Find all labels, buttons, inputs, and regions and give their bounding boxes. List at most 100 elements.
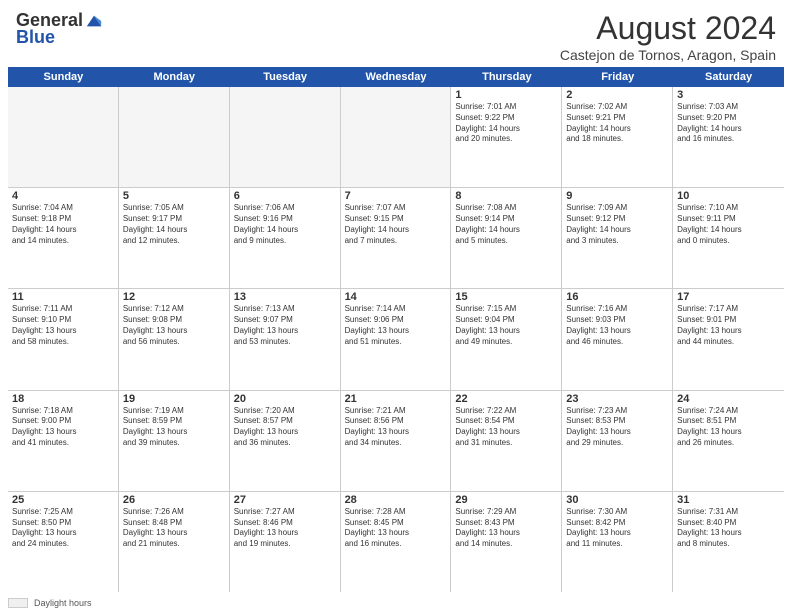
calendar-row: 1Sunrise: 7:01 AM Sunset: 9:22 PM Daylig… <box>8 87 784 188</box>
calendar-cell: 14Sunrise: 7:14 AM Sunset: 9:06 PM Dayli… <box>341 289 452 389</box>
day-info: Sunrise: 7:22 AM Sunset: 8:54 PM Dayligh… <box>455 406 557 449</box>
calendar-header: SundayMondayTuesdayWednesdayThursdayFrid… <box>8 67 784 87</box>
calendar-header-cell: Monday <box>119 67 230 87</box>
day-number: 14 <box>345 291 447 303</box>
day-info: Sunrise: 7:02 AM Sunset: 9:21 PM Dayligh… <box>566 102 668 145</box>
day-number: 21 <box>345 393 447 405</box>
calendar-cell: 5Sunrise: 7:05 AM Sunset: 9:17 PM Daylig… <box>119 188 230 288</box>
day-number: 27 <box>234 494 336 506</box>
day-number: 31 <box>677 494 780 506</box>
logo: General Blue <box>16 10 103 48</box>
calendar-cell: 23Sunrise: 7:23 AM Sunset: 8:53 PM Dayli… <box>562 391 673 491</box>
day-info: Sunrise: 7:18 AM Sunset: 9:00 PM Dayligh… <box>12 406 114 449</box>
calendar-cell: 31Sunrise: 7:31 AM Sunset: 8:40 PM Dayli… <box>673 492 784 592</box>
day-number: 19 <box>123 393 225 405</box>
calendar-cell: 16Sunrise: 7:16 AM Sunset: 9:03 PM Dayli… <box>562 289 673 389</box>
day-number: 18 <box>12 393 114 405</box>
day-info: Sunrise: 7:25 AM Sunset: 8:50 PM Dayligh… <box>12 507 114 550</box>
day-info: Sunrise: 7:20 AM Sunset: 8:57 PM Dayligh… <box>234 406 336 449</box>
day-info: Sunrise: 7:19 AM Sunset: 8:59 PM Dayligh… <box>123 406 225 449</box>
calendar-cell: 29Sunrise: 7:29 AM Sunset: 8:43 PM Dayli… <box>451 492 562 592</box>
day-number: 1 <box>455 89 557 101</box>
day-number: 13 <box>234 291 336 303</box>
footer: Daylight hours <box>0 596 792 612</box>
day-info: Sunrise: 7:17 AM Sunset: 9:01 PM Dayligh… <box>677 304 780 347</box>
day-info: Sunrise: 7:24 AM Sunset: 8:51 PM Dayligh… <box>677 406 780 449</box>
calendar-cell: 15Sunrise: 7:15 AM Sunset: 9:04 PM Dayli… <box>451 289 562 389</box>
month-title: August 2024 <box>560 10 776 47</box>
calendar-cell: 18Sunrise: 7:18 AM Sunset: 9:00 PM Dayli… <box>8 391 119 491</box>
day-info: Sunrise: 7:26 AM Sunset: 8:48 PM Dayligh… <box>123 507 225 550</box>
location-subtitle: Castejon de Tornos, Aragon, Spain <box>560 47 776 63</box>
calendar-header-cell: Friday <box>562 67 673 87</box>
calendar-cell: 26Sunrise: 7:26 AM Sunset: 8:48 PM Dayli… <box>119 492 230 592</box>
calendar-cell: 9Sunrise: 7:09 AM Sunset: 9:12 PM Daylig… <box>562 188 673 288</box>
day-number: 25 <box>12 494 114 506</box>
title-block: August 2024 Castejon de Tornos, Aragon, … <box>560 10 776 63</box>
calendar-cell <box>230 87 341 187</box>
day-info: Sunrise: 7:10 AM Sunset: 9:11 PM Dayligh… <box>677 203 780 246</box>
calendar-cell: 25Sunrise: 7:25 AM Sunset: 8:50 PM Dayli… <box>8 492 119 592</box>
day-number: 15 <box>455 291 557 303</box>
day-info: Sunrise: 7:04 AM Sunset: 9:18 PM Dayligh… <box>12 203 114 246</box>
day-info: Sunrise: 7:05 AM Sunset: 9:17 PM Dayligh… <box>123 203 225 246</box>
calendar-cell: 11Sunrise: 7:11 AM Sunset: 9:10 PM Dayli… <box>8 289 119 389</box>
day-info: Sunrise: 7:21 AM Sunset: 8:56 PM Dayligh… <box>345 406 447 449</box>
calendar-header-cell: Tuesday <box>230 67 341 87</box>
day-info: Sunrise: 7:11 AM Sunset: 9:10 PM Dayligh… <box>12 304 114 347</box>
day-info: Sunrise: 7:27 AM Sunset: 8:46 PM Dayligh… <box>234 507 336 550</box>
calendar-cell: 4Sunrise: 7:04 AM Sunset: 9:18 PM Daylig… <box>8 188 119 288</box>
day-number: 12 <box>123 291 225 303</box>
day-number: 10 <box>677 190 780 202</box>
day-info: Sunrise: 7:29 AM Sunset: 8:43 PM Dayligh… <box>455 507 557 550</box>
header: General Blue August 2024 Castejon de Tor… <box>0 0 792 67</box>
day-number: 7 <box>345 190 447 202</box>
page: General Blue August 2024 Castejon de Tor… <box>0 0 792 612</box>
calendar-cell: 8Sunrise: 7:08 AM Sunset: 9:14 PM Daylig… <box>451 188 562 288</box>
calendar-cell <box>8 87 119 187</box>
day-info: Sunrise: 7:28 AM Sunset: 8:45 PM Dayligh… <box>345 507 447 550</box>
calendar-cell: 27Sunrise: 7:27 AM Sunset: 8:46 PM Dayli… <box>230 492 341 592</box>
day-number: 3 <box>677 89 780 101</box>
logo-blue-text: Blue <box>16 27 55 48</box>
calendar-cell: 22Sunrise: 7:22 AM Sunset: 8:54 PM Dayli… <box>451 391 562 491</box>
day-info: Sunrise: 7:16 AM Sunset: 9:03 PM Dayligh… <box>566 304 668 347</box>
day-info: Sunrise: 7:30 AM Sunset: 8:42 PM Dayligh… <box>566 507 668 550</box>
calendar-cell: 19Sunrise: 7:19 AM Sunset: 8:59 PM Dayli… <box>119 391 230 491</box>
day-info: Sunrise: 7:09 AM Sunset: 9:12 PM Dayligh… <box>566 203 668 246</box>
calendar-row: 4Sunrise: 7:04 AM Sunset: 9:18 PM Daylig… <box>8 188 784 289</box>
day-info: Sunrise: 7:23 AM Sunset: 8:53 PM Dayligh… <box>566 406 668 449</box>
day-info: Sunrise: 7:31 AM Sunset: 8:40 PM Dayligh… <box>677 507 780 550</box>
calendar-cell: 12Sunrise: 7:12 AM Sunset: 9:08 PM Dayli… <box>119 289 230 389</box>
calendar-cell <box>119 87 230 187</box>
calendar-cell: 1Sunrise: 7:01 AM Sunset: 9:22 PM Daylig… <box>451 87 562 187</box>
day-number: 24 <box>677 393 780 405</box>
day-number: 9 <box>566 190 668 202</box>
day-number: 4 <box>12 190 114 202</box>
footer-label: Daylight hours <box>34 598 92 608</box>
calendar-header-cell: Thursday <box>451 67 562 87</box>
calendar-cell: 20Sunrise: 7:20 AM Sunset: 8:57 PM Dayli… <box>230 391 341 491</box>
calendar-row: 25Sunrise: 7:25 AM Sunset: 8:50 PM Dayli… <box>8 492 784 592</box>
calendar-cell: 13Sunrise: 7:13 AM Sunset: 9:07 PM Dayli… <box>230 289 341 389</box>
day-number: 2 <box>566 89 668 101</box>
day-info: Sunrise: 7:12 AM Sunset: 9:08 PM Dayligh… <box>123 304 225 347</box>
day-info: Sunrise: 7:08 AM Sunset: 9:14 PM Dayligh… <box>455 203 557 246</box>
calendar: SundayMondayTuesdayWednesdayThursdayFrid… <box>0 67 792 596</box>
day-number: 26 <box>123 494 225 506</box>
day-number: 30 <box>566 494 668 506</box>
calendar-cell: 24Sunrise: 7:24 AM Sunset: 8:51 PM Dayli… <box>673 391 784 491</box>
day-info: Sunrise: 7:03 AM Sunset: 9:20 PM Dayligh… <box>677 102 780 145</box>
calendar-cell: 21Sunrise: 7:21 AM Sunset: 8:56 PM Dayli… <box>341 391 452 491</box>
calendar-cell <box>341 87 452 187</box>
day-info: Sunrise: 7:01 AM Sunset: 9:22 PM Dayligh… <box>455 102 557 145</box>
day-info: Sunrise: 7:06 AM Sunset: 9:16 PM Dayligh… <box>234 203 336 246</box>
calendar-cell: 10Sunrise: 7:10 AM Sunset: 9:11 PM Dayli… <box>673 188 784 288</box>
daylight-swatch <box>8 598 28 608</box>
calendar-row: 11Sunrise: 7:11 AM Sunset: 9:10 PM Dayli… <box>8 289 784 390</box>
day-info: Sunrise: 7:13 AM Sunset: 9:07 PM Dayligh… <box>234 304 336 347</box>
day-number: 23 <box>566 393 668 405</box>
day-number: 8 <box>455 190 557 202</box>
day-info: Sunrise: 7:15 AM Sunset: 9:04 PM Dayligh… <box>455 304 557 347</box>
calendar-body: 1Sunrise: 7:01 AM Sunset: 9:22 PM Daylig… <box>8 87 784 592</box>
